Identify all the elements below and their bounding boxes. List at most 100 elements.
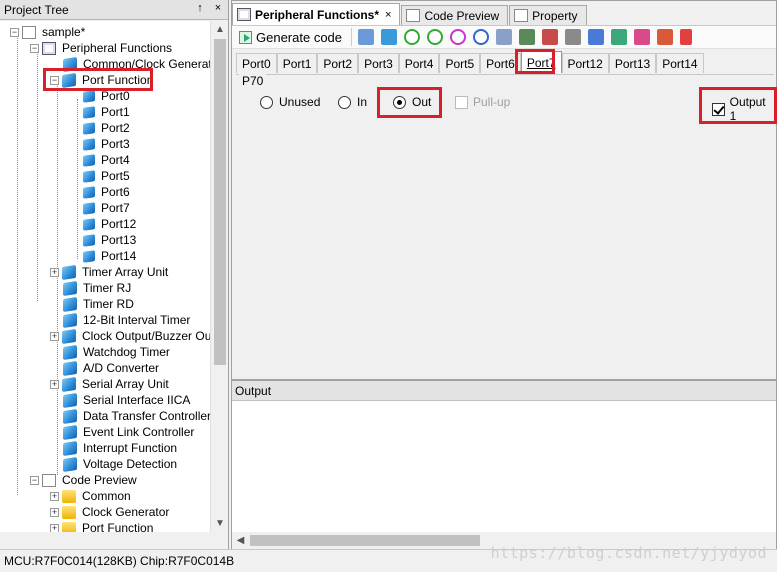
tree-item-code-port-function[interactable]: + Port Function [50,520,155,532]
tree-item-common-clock-generator[interactable]: Common/Clock Generator [63,56,210,72]
tree-item-port1[interactable]: Port1 [83,104,132,120]
radio-out[interactable]: Out [393,95,431,109]
timer-rd-icon[interactable] [450,29,467,45]
cube-icon [63,344,77,360]
tab-code-preview[interactable]: Code Preview [401,5,509,25]
timer-icon[interactable] [404,29,421,45]
tree-item-data-transfer-controller[interactable]: Data Transfer Controller [63,408,210,424]
tree-item-port13[interactable]: Port13 [83,232,138,248]
interval-timer-icon[interactable] [473,29,490,45]
expand-icon[interactable]: + [50,379,59,389]
scroll-down-icon[interactable]: ▼ [211,515,229,532]
scrollbar-thumb[interactable] [250,535,480,546]
expand-icon[interactable]: + [50,523,59,532]
tree-item-port7[interactable]: Port7 [83,200,132,216]
tree-item-serial-array-unit[interactable]: + Serial Array Unit [50,376,171,392]
tree-item-code-preview[interactable]: − Code Preview [30,472,139,488]
radio-in[interactable]: In [338,95,367,109]
tree-item-code-common[interactable]: + Common [50,488,133,504]
tree-item-timer-rd[interactable]: Timer RD [63,296,136,312]
expand-icon[interactable]: + [50,267,59,277]
tab-port3[interactable]: Port3 [358,53,399,73]
pin-icon[interactable]: ↑ [194,2,206,14]
cube-icon [63,296,77,312]
tab-port0[interactable]: Port0 [236,53,277,73]
checkbox-pullup-box[interactable] [455,95,468,109]
tab-port7[interactable]: Port7 [520,51,562,73]
tree-item-port6[interactable]: Port6 [83,184,132,200]
tree-item-port5[interactable]: Port5 [83,168,132,184]
checkbox-output1[interactable]: Output 1 [712,95,774,123]
serial-icon[interactable] [565,29,582,45]
expand-icon[interactable]: + [50,491,59,501]
buzzer-icon[interactable] [496,29,513,45]
scroll-left-icon[interactable]: ◀ [232,532,249,549]
iica-icon[interactable] [588,29,605,45]
tab-port6[interactable]: Port6 [480,53,521,73]
checkbox-pullup[interactable]: Pull-up [455,95,510,109]
battery-icon[interactable] [680,29,693,45]
close-icon[interactable]: × [212,2,224,14]
tree-item-serial-interface-iica[interactable]: Serial Interface IICA [63,392,192,408]
tree-item-port4[interactable]: Port4 [83,152,132,168]
tree-item-label: Common [82,489,131,503]
cube-icon [62,72,76,88]
generate-code-button[interactable]: Generate code [236,27,345,47]
tree-item-timer-array-unit[interactable]: + Timer Array Unit [50,264,170,280]
tree-item-event-link-controller[interactable]: Event Link Controller [63,424,196,440]
tab-port13[interactable]: Port13 [608,53,657,73]
dtc-icon[interactable] [611,29,628,45]
tree-item-port0[interactable]: Port0 [83,88,132,104]
collapse-icon[interactable]: − [30,43,39,53]
tab-port2[interactable]: Port2 [317,53,359,73]
radio-unused-circle[interactable] [260,95,273,109]
tree-item-clock-output[interactable]: + Clock Output/Buzzer Output [50,328,210,344]
tab-port14[interactable]: Port14 [656,53,704,73]
radio-out-circle[interactable] [393,95,406,109]
tree-item-voltage-detection[interactable]: Voltage Detection [63,456,179,472]
collapse-icon[interactable]: − [10,27,19,37]
cube-icon [63,280,77,296]
tab-port4[interactable]: Port4 [398,53,440,73]
tree-item-port-function[interactable]: − Port Function [50,72,155,88]
checkbox-output1-box[interactable] [712,102,725,116]
scroll-up-icon[interactable]: ▲ [211,21,229,38]
interrupt-icon[interactable] [657,29,674,45]
tab-port12[interactable]: Port12 [561,53,609,73]
tree-item-port2[interactable]: Port2 [83,120,132,136]
tab-port5[interactable]: Port5 [439,53,481,73]
network-icon[interactable] [358,29,375,45]
close-icon[interactable]: × [385,9,391,21]
tree-item-port3[interactable]: Port3 [83,136,132,152]
radio-in-circle[interactable] [338,95,351,109]
tree-item-timer-rj[interactable]: Timer RJ [63,280,133,296]
tree-item-interval-timer[interactable]: 12-Bit Interval Timer [63,312,192,328]
expand-icon[interactable]: + [50,331,59,341]
tree-item-peripheral-functions[interactable]: − Peripheral Functions [30,40,174,56]
tree-item-port14[interactable]: Port14 [83,248,138,264]
cube-icon [83,137,95,151]
tab-port1[interactable]: Port1 [276,53,318,73]
elc-icon[interactable] [634,29,651,45]
scrollbar-thumb[interactable] [214,39,226,365]
timer-rj-icon[interactable] [427,29,444,45]
watchdog-icon[interactable] [519,29,536,45]
cube-icon [63,312,77,328]
tree-item-code-clock-generator[interactable]: + Clock Generator [50,504,171,520]
tree-horizontal-scrollbar[interactable] [0,532,228,549]
tree-item-watchdog-timer[interactable]: Watchdog Timer [63,344,172,360]
tree-item-ad-converter[interactable]: A/D Converter [63,360,161,376]
port-icon[interactable] [381,29,398,45]
tree-item-port12[interactable]: Port12 [83,216,138,232]
radio-unused[interactable]: Unused [260,95,320,109]
collapse-icon[interactable]: − [50,75,59,85]
tree-item-interrupt-function[interactable]: Interrupt Function [63,440,179,456]
tab-peripheral-functions[interactable]: Peripheral Functions* × [232,3,401,25]
collapse-icon[interactable]: − [30,475,39,485]
ad-converter-icon[interactable] [542,29,559,45]
cube-icon [83,201,95,215]
tree-vertical-scrollbar[interactable]: ▲ ▼ [210,21,228,532]
expand-icon[interactable]: + [50,507,59,517]
tab-property[interactable]: Property [509,5,587,25]
tree-item-root[interactable]: − sample* [10,24,87,40]
